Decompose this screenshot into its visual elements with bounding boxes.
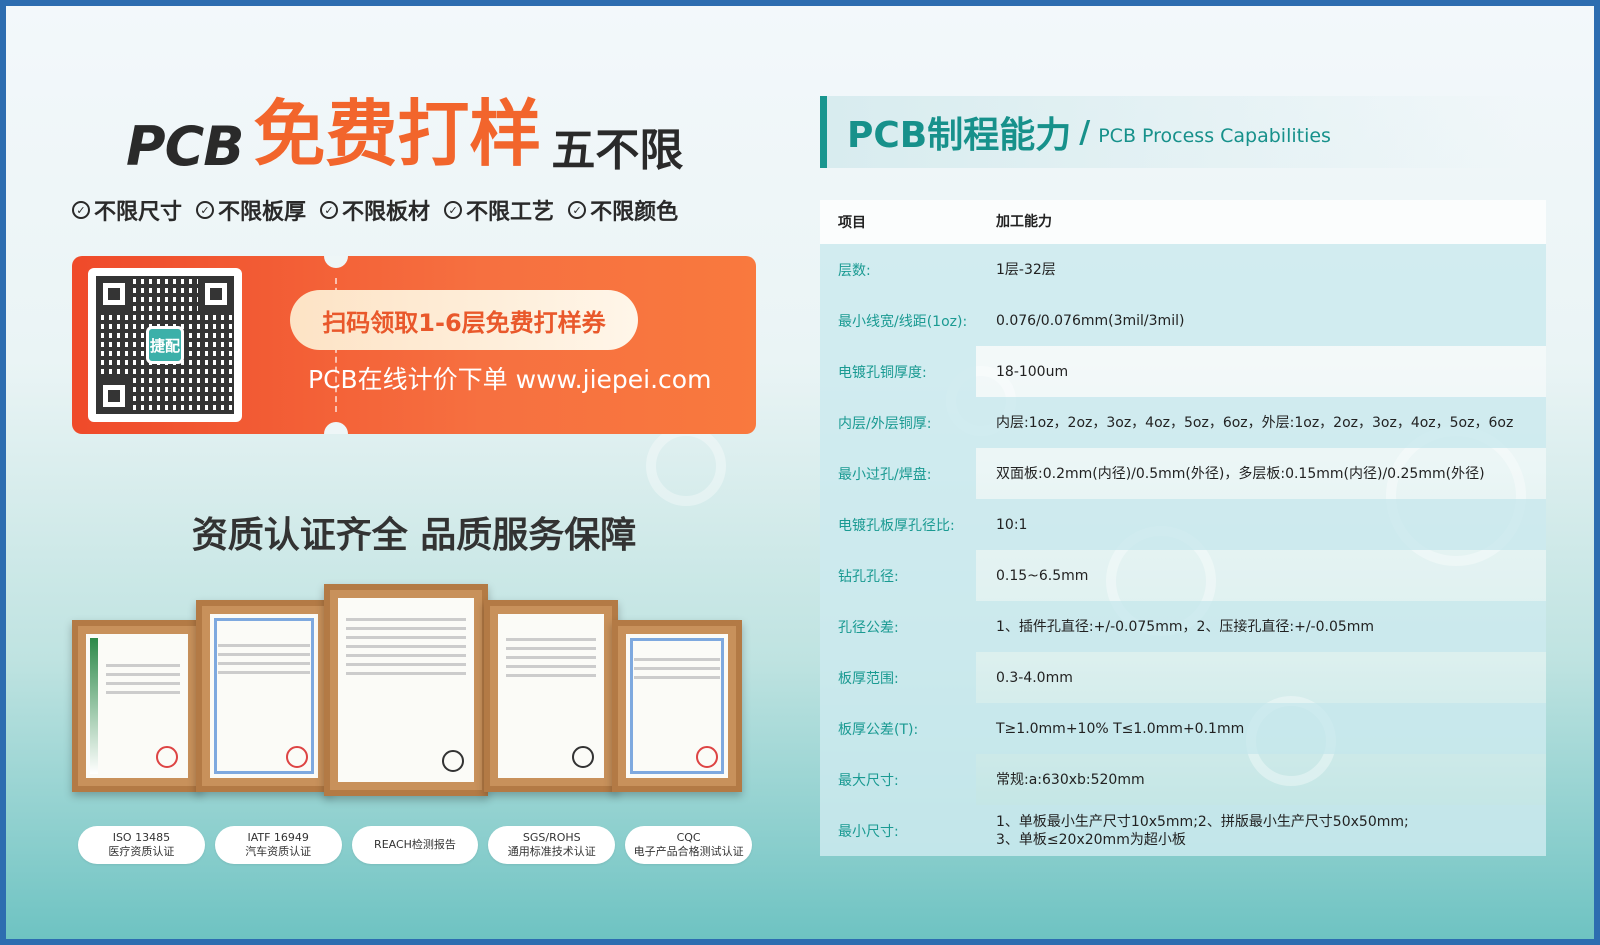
feature-label: 不限板厚 [218,200,307,225]
feature-item: ✓ 不限尺寸 [72,194,182,226]
process-table: 项目 加工能力 层数: 1层-32层 最小线宽/线距(1oz): 0.076/0.0… [820,200,1546,856]
qr-finder-icon [96,378,132,414]
table-row: 最小尺寸: 1、单板最小生产尺寸10x5mm;2、拼版最小生产尺寸50x50mm;… [820,805,1546,856]
row-value: 10:1 [976,499,1546,550]
check-circle-icon: ✓ [320,201,339,219]
table-header: 项目 加工能力 [820,200,1546,244]
row-value: 0.3-4.0mm [976,652,1546,703]
check-circle-icon: ✓ [196,201,215,219]
qr-finder-icon [96,276,132,312]
row-value: 1、插件孔直径:+/-0.075mm，2、压接孔直径:+/-0.05mm [976,601,1546,652]
process-title-cn: PCB制程能力 [847,115,1072,156]
table-row: 最小过孔/焊盘: 双面板:0.2mm(内径)/0.5mm(外径)，多层板:0.15… [820,448,1546,499]
row-value: 0.15~6.5mm [976,550,1546,601]
certificate-frame [196,600,332,792]
check-circle-icon: ✓ [568,201,587,219]
row-key: 板厚范围: [820,652,976,703]
feature-item: ✓ 不限板材 [320,194,430,226]
cert-label: ISO 13485 医疗资质认证 [78,826,205,864]
row-key: 电镀孔铜厚度: [820,346,976,397]
table-row: 最小线宽/线距(1oz): 0.076/0.076mm(3mil/3mil) [820,295,1546,346]
table-row: 孔径公差: 1、插件孔直径:+/-0.075mm，2、压接孔直径:+/-0.05m… [820,601,1546,652]
process-title-separator: / [1079,114,1091,150]
table-row: 内层/外层铜厚: 内层:1oz，2oz，3oz，4oz，5oz，6oz，外层:1o… [820,397,1546,448]
header-value: 加工能力 [996,214,1052,230]
row-value: T≥1.0mm+10% T≤1.0mm+0.1mm [976,703,1546,754]
table-row: 板厚公差(T): T≥1.0mm+10% T≤1.0mm+0.1mm [820,703,1546,754]
row-key: 层数: [820,244,976,295]
qr-code[interactable]: 捷配 [88,268,242,422]
check-circle-icon: ✓ [444,201,463,219]
feature-label: 不限颜色 [590,200,679,225]
coupon-notch-top [324,256,348,268]
table-row: 钻孔孔径: 0.15~6.5mm [820,550,1546,601]
feature-item: ✓ 不限板厚 [196,194,306,226]
promo-headline: PCB 免费打样 五不限 [126,88,726,178]
row-value: 0.076/0.076mm(3mil/3mil) [976,295,1546,346]
table-row: 层数: 1层-32层 [820,244,1546,295]
coupon-banner[interactable]: 捷配 扫码领取1-6层免费打样券 PCB在线计价下单 www.jiepei.co… [72,256,756,434]
row-key: 板厚公差(T): [820,703,976,754]
row-value: 18-100um [976,346,1546,397]
headline-suffix: 五不限 [551,125,684,176]
feature-item: ✓ 不限颜色 [568,194,678,226]
feature-label: 不限板材 [342,200,431,225]
coupon-pill[interactable]: 扫码领取1-6层免费打样券 [290,290,638,350]
certificate-gallery [72,584,756,812]
row-key: 最小线宽/线距(1oz): [820,295,976,346]
certificate-frame [72,620,202,792]
cert-label: IATF 16949 汽车资质认证 [214,826,342,864]
row-key: 电镀孔板厚孔径比: [820,499,976,550]
row-value: 1、单板最小生产尺寸10x5mm;2、拼版最小生产尺寸50x50mm; 3、单板≤… [976,805,1546,856]
feature-list: ✓ 不限尺寸 ✓ 不限板厚 ✓ 不限板材 ✓ 不限工艺 ✓ 不限颜色 [72,194,752,226]
table-row: 电镀孔铜厚度: 18-100um [820,346,1546,397]
row-key: 钻孔孔径: [820,550,976,601]
table-row: 电镀孔板厚孔径比: 10:1 [820,499,1546,550]
qr-finder-icon [198,276,234,312]
row-value: 常规:a:630xb:520mm [976,754,1546,805]
row-key: 最大尺寸: [820,754,976,805]
headline-prefix: PCB [126,115,244,178]
pcb-pad-decoration [646,426,726,506]
row-key: 最小尺寸: [820,805,976,856]
row-key: 内层/外层铜厚: [820,397,976,448]
feature-label: 不限尺寸 [94,200,183,225]
certificate-labels: ISO 13485 医疗资质认证 IATF 16949 汽车资质认证 REACH检测… [78,826,752,864]
coupon-notch-bottom [324,422,348,434]
row-value: 内层:1oz，2oz，3oz，4oz，5oz，6oz，外层:1oz，2oz，3o… [976,397,1546,448]
table-row: 最大尺寸: 常规:a:630xb:520mm [820,754,1546,805]
feature-item: ✓ 不限工艺 [444,194,554,226]
certifications-title: 资质认证齐全 品质服务保障 [191,515,637,556]
coupon-url[interactable]: PCB在线计价下单 www.jiepei.com [308,360,748,400]
poster-frame: PCB 免费打样 五不限 ✓ 不限尺寸 ✓ 不限板厚 ✓ 不限板材 ✓ 不限工艺 ✓ 不限… [0,0,1600,945]
process-header: PCB制程能力 / PCB Process Capabilities [820,96,1520,168]
cert-label: REACH检测报告 [351,826,479,864]
header-key: 项目 [838,215,866,231]
certificate-frame [612,620,742,792]
row-key: 孔径公差: [820,601,976,652]
process-title-en: PCB Process Capabilities [1098,125,1331,147]
headline-highlight: 免费打样 [253,92,542,176]
certificate-frame [324,584,488,796]
cert-label: CQC 电子产品合格测试认证 [625,826,752,864]
qr-logo: 捷配 [146,326,184,364]
qr-pattern: 捷配 [96,276,234,414]
cert-label: SGS/ROHS 通用标准技术认证 [488,826,616,864]
row-key: 最小过孔/焊盘: [820,448,976,499]
row-value: 双面板:0.2mm(内径)/0.5mm(外径)，多层板:0.15mm(内径)/0… [976,448,1546,499]
row-value: 1层-32层 [976,244,1546,295]
table-row: 板厚范围: 0.3-4.0mm [820,652,1546,703]
check-circle-icon: ✓ [72,201,90,219]
certificate-frame [484,600,618,792]
feature-label: 不限工艺 [466,200,555,225]
